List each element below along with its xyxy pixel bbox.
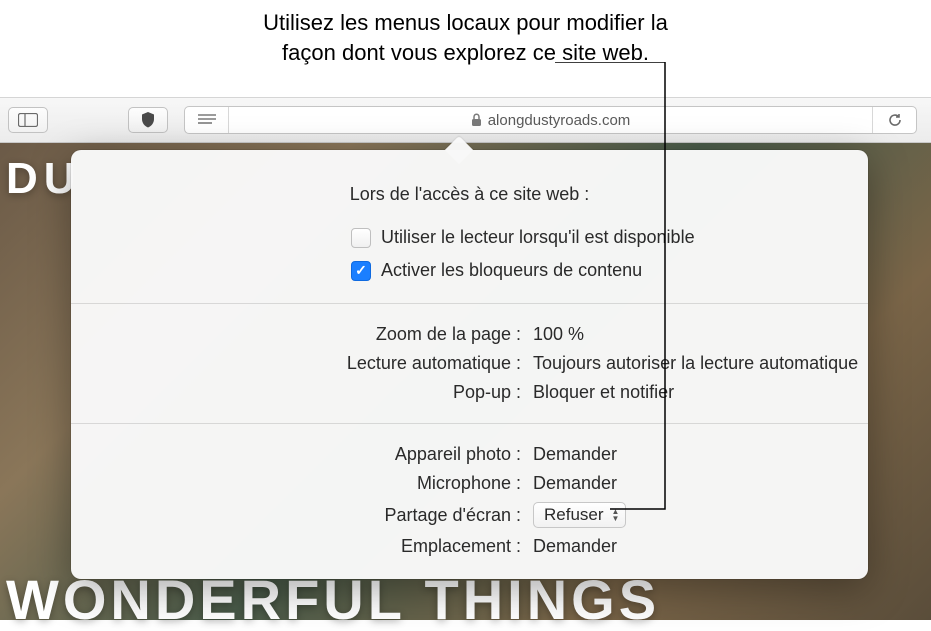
microphone-row: Microphone : Demander (71, 469, 868, 498)
lock-icon (471, 113, 482, 127)
annotation-line2: façon dont vous explorez ce site web. (282, 40, 649, 65)
zoom-value[interactable]: 100 % (533, 324, 584, 345)
autoplay-label: Lecture automatique : (71, 353, 533, 374)
camera-value-text: Demander (533, 444, 617, 465)
microphone-label: Microphone : (71, 473, 533, 494)
use-reader-checkbox[interactable] (351, 228, 371, 248)
microphone-value-text: Demander (533, 473, 617, 494)
camera-value[interactable]: Demander (533, 444, 617, 465)
shield-icon (141, 112, 155, 128)
popup-label: Pop-up : (71, 382, 533, 403)
use-reader-row[interactable]: Utiliser le lecteur lorsqu'il est dispon… (351, 221, 868, 254)
popup-value[interactable]: Bloquer et notifier (533, 382, 674, 403)
screenshare-label: Partage d'écran : (71, 505, 533, 526)
reload-button[interactable] (872, 107, 916, 133)
site-settings-popover: Lors de l'accès à ce site web : Utiliser… (71, 150, 868, 579)
screenshare-value-text: Refuser (544, 505, 604, 525)
location-label: Emplacement : (71, 536, 533, 557)
url-text: alongdustyroads.com (488, 112, 631, 129)
camera-row: Appareil photo : Demander (71, 440, 868, 469)
content-blockers-label: Activer les bloqueurs de contenu (381, 260, 642, 281)
reader-icon (198, 114, 216, 126)
content-blockers-row[interactable]: ✓ Activer les bloqueurs de contenu (351, 254, 868, 287)
camera-label: Appareil photo : (71, 444, 533, 465)
url-display: alongdustyroads.com (229, 112, 872, 129)
reader-mode-button[interactable] (185, 107, 229, 133)
sidebar-toggle-button[interactable] (8, 107, 48, 133)
popover-title: Lors de l'accès à ce site web : (71, 166, 868, 221)
popup-row: Pop-up : Bloquer et notifier (71, 378, 868, 407)
screenshare-row: Partage d'écran : Refuser ▲▼ (71, 498, 868, 532)
popup-value-text: Bloquer et notifier (533, 382, 674, 403)
screenshare-dropdown[interactable]: Refuser ▲▼ (533, 502, 626, 528)
location-value[interactable]: Demander (533, 536, 617, 557)
url-bar[interactable]: alongdustyroads.com (184, 106, 917, 134)
browser-toolbar: alongdustyroads.com (0, 97, 931, 143)
zoom-label: Zoom de la page : (71, 324, 533, 345)
autoplay-value[interactable]: Toujours autoriser la lecture automatiqu… (533, 353, 858, 374)
annotation-line1: Utilisez les menus locaux pour modifier … (263, 10, 668, 35)
microphone-value[interactable]: Demander (533, 473, 617, 494)
screenshare-value-wrap: Refuser ▲▼ (533, 502, 626, 528)
autoplay-value-text: Toujours autoriser la lecture automatiqu… (533, 353, 858, 374)
zoom-row: Zoom de la page : 100 % (71, 320, 868, 349)
content-blockers-checkbox[interactable]: ✓ (351, 261, 371, 281)
use-reader-label: Utiliser le lecteur lorsqu'il est dispon… (381, 227, 695, 248)
zoom-value-text: 100 % (533, 324, 584, 345)
chevron-updown-icon: ▲▼ (612, 508, 620, 522)
sidebar-icon (18, 113, 38, 127)
annotation-caption: Utilisez les menus locaux pour modifier … (0, 8, 931, 67)
location-value-text: Demander (533, 536, 617, 557)
autoplay-row: Lecture automatique : Toujours autoriser… (71, 349, 868, 378)
privacy-shield-button[interactable] (128, 107, 168, 133)
location-row: Emplacement : Demander (71, 532, 868, 561)
reload-icon (887, 112, 903, 128)
